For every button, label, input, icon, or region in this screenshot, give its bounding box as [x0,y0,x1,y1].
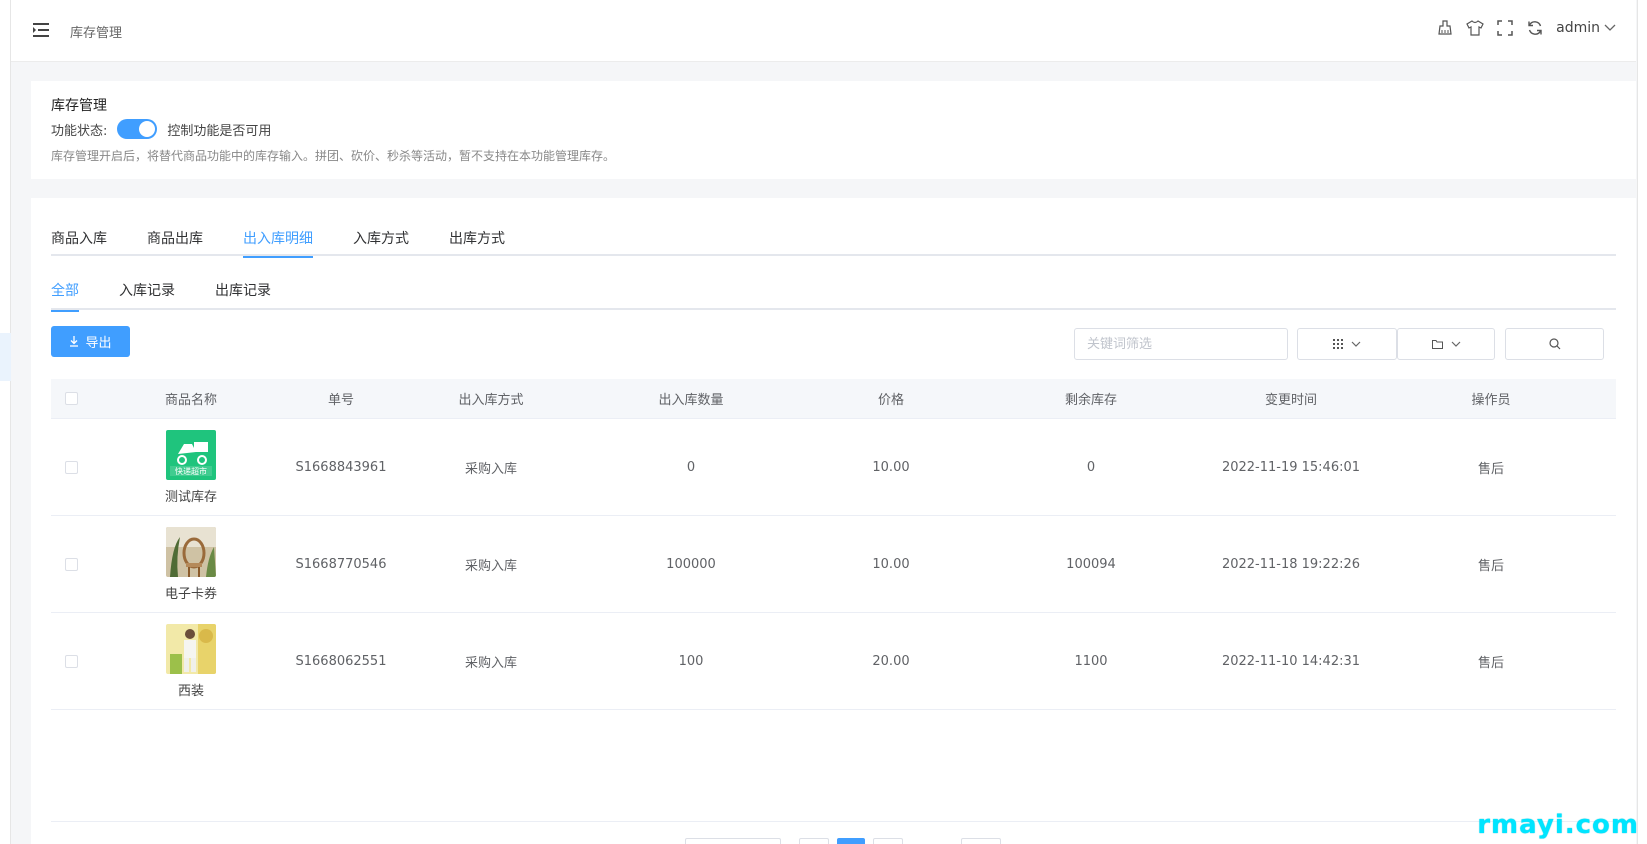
page-button-current[interactable] [837,838,865,844]
main-tabs: 商品入库 商品出库 出入库明细 入库方式 出库方式 [51,218,1616,258]
operator: 售后 [1477,558,1504,574]
page-scrollbar[interactable] [1637,0,1647,844]
table-row[interactable]: 西装 S1668062551 采购入库 100 20.00 1100 2022-… [51,613,1616,710]
operator: 售后 [1477,461,1504,477]
keyword-filter-input[interactable] [1074,328,1288,360]
status-label: 功能状态: [51,123,108,139]
price: 10.00 [872,556,910,572]
column-settings-dropdown[interactable] [1297,328,1397,360]
chevron-down-icon [1351,341,1361,347]
product-name: 电子卡券 [164,586,217,602]
column-header: 出入库方式 [458,393,524,408]
stock-method: 采购入库 [464,461,517,477]
table-row[interactable]: 电子卡券 S1668770546 采购入库 100000 10.00 10009… [51,516,1616,613]
order-number: S1668843961 [295,459,387,475]
stock-quantity: 100000 [666,556,716,572]
product-name: 测试库存 [164,489,217,505]
status-row: 功能状态: 控制功能是否可用 [51,119,271,139]
price: 20.00 [872,653,910,669]
row-checkbox[interactable] [64,654,78,668]
change-time: 2022-11-19 15:46:01 [1221,459,1361,475]
chevron-down-icon [1451,341,1460,347]
settings-title: 库存管理 [51,98,107,114]
jump-page-input[interactable] [961,838,1001,844]
tab-out-methods[interactable]: 出库方式 [449,218,505,256]
tab-goods-out[interactable]: 商品出库 [147,218,203,256]
prev-page-button[interactable] [799,838,829,844]
header-checkbox-cell [51,392,91,405]
product-cell: 快递超市 测试库存 [91,429,291,505]
column-header: 剩余库存 [1064,393,1117,408]
stock-method: 采购入库 [464,558,517,574]
page-size-select[interactable] [685,838,781,844]
column-header: 价格 [877,393,904,408]
theme-shirt-icon[interactable] [1466,19,1484,37]
change-time: 2022-11-10 14:42:31 [1221,653,1361,669]
column-header: 变更时间 [1264,393,1317,408]
thumbnail-label: 快递超市 [175,466,207,476]
row-checkbox[interactable] [64,557,78,571]
search-button[interactable] [1505,328,1604,360]
status-toggle[interactable] [117,119,158,139]
tab-in-out-details[interactable]: 出入库明细 [243,218,313,258]
watermark: rmayi.com [1477,810,1639,840]
subtab-in-records[interactable]: 入库记录 [119,270,175,310]
fullscreen-icon[interactable] [1496,19,1514,37]
records-table: 商品名称 单号 出入库方式 出入库数量 价格 剩余库存 变更时间 操作员 快递超… [51,379,1616,710]
order-number: S1668062551 [295,653,387,669]
export-button[interactable]: 导出 [51,326,130,357]
top-bar: 库存管理 admin [11,0,1636,62]
folder-icon [1431,339,1443,349]
product-cell: 电子卡券 [91,526,291,602]
table-row[interactable]: 快递超市 测试库存 S1668843961 采购入库 0 10.00 0 202… [51,419,1616,516]
order-number: S1668770546 [295,556,387,572]
settings-panel: 库存管理 功能状态: 控制功能是否可用 库存管理开启后，将替代商品功能中的库存输… [31,81,1636,179]
row-checkbox[interactable] [64,460,78,474]
menu-toggle-icon[interactable] [33,22,51,38]
clear-cache-icon[interactable] [1436,19,1454,37]
left-sidebar-active-marker [0,333,11,381]
chevron-down-icon [1604,24,1616,31]
column-header: 出入库数量 [658,393,724,408]
product-name: 西装 [177,683,204,699]
product-thumbnail [166,526,216,577]
folder-dropdown[interactable] [1397,328,1495,360]
settings-description: 库存管理开启后，将替代商品功能中的库存输入。拼团、砍价、秒杀等活动，暂不支持在本… [51,149,616,163]
left-sidebar-edge [0,0,11,844]
stock-method: 采购入库 [464,655,517,671]
select-all-checkbox[interactable] [64,392,78,405]
export-label: 导出 [85,336,112,351]
product-thumbnail [166,623,216,674]
breadcrumb[interactable]: 库存管理 [70,22,122,41]
subtab-all[interactable]: 全部 [51,270,79,312]
change-time: 2022-11-18 19:22:26 [1221,556,1361,572]
product-cell: 西装 [91,623,291,699]
column-header: 操作员 [1471,393,1511,408]
subtab-out-records[interactable]: 出库记录 [215,270,271,310]
download-icon [70,336,79,347]
table-header: 商品名称 单号 出入库方式 出入库数量 价格 剩余库存 变更时间 操作员 [51,379,1616,419]
status-hint: 控制功能是否可用 [167,123,272,139]
product-thumbnail: 快递超市 [166,429,216,480]
column-header: 商品名称 [164,393,217,408]
price: 10.00 [872,459,910,475]
table-footer-divider [51,821,1616,822]
user-menu[interactable]: admin [1556,20,1616,36]
remaining-stock: 1100 [1074,653,1108,669]
tab-goods-in[interactable]: 商品入库 [51,218,107,256]
records-panel: 商品入库 商品出库 出入库明细 入库方式 出库方式 全部 入库记录 出库记录 导… [31,198,1636,844]
stock-quantity: 100 [678,653,704,669]
stock-quantity: 0 [686,459,696,475]
search-icon [1548,338,1560,350]
operator: 售后 [1477,655,1504,671]
remaining-stock: 100094 [1066,556,1116,572]
remaining-stock: 0 [1086,459,1096,475]
sub-tabs: 全部 入库记录 出库记录 [51,270,1616,312]
grid-icon [1333,339,1343,349]
refresh-icon[interactable] [1526,19,1544,37]
tab-in-methods[interactable]: 入库方式 [353,218,409,256]
column-header: 单号 [327,393,354,408]
next-page-button[interactable] [873,838,903,844]
user-name: admin [1556,20,1600,36]
